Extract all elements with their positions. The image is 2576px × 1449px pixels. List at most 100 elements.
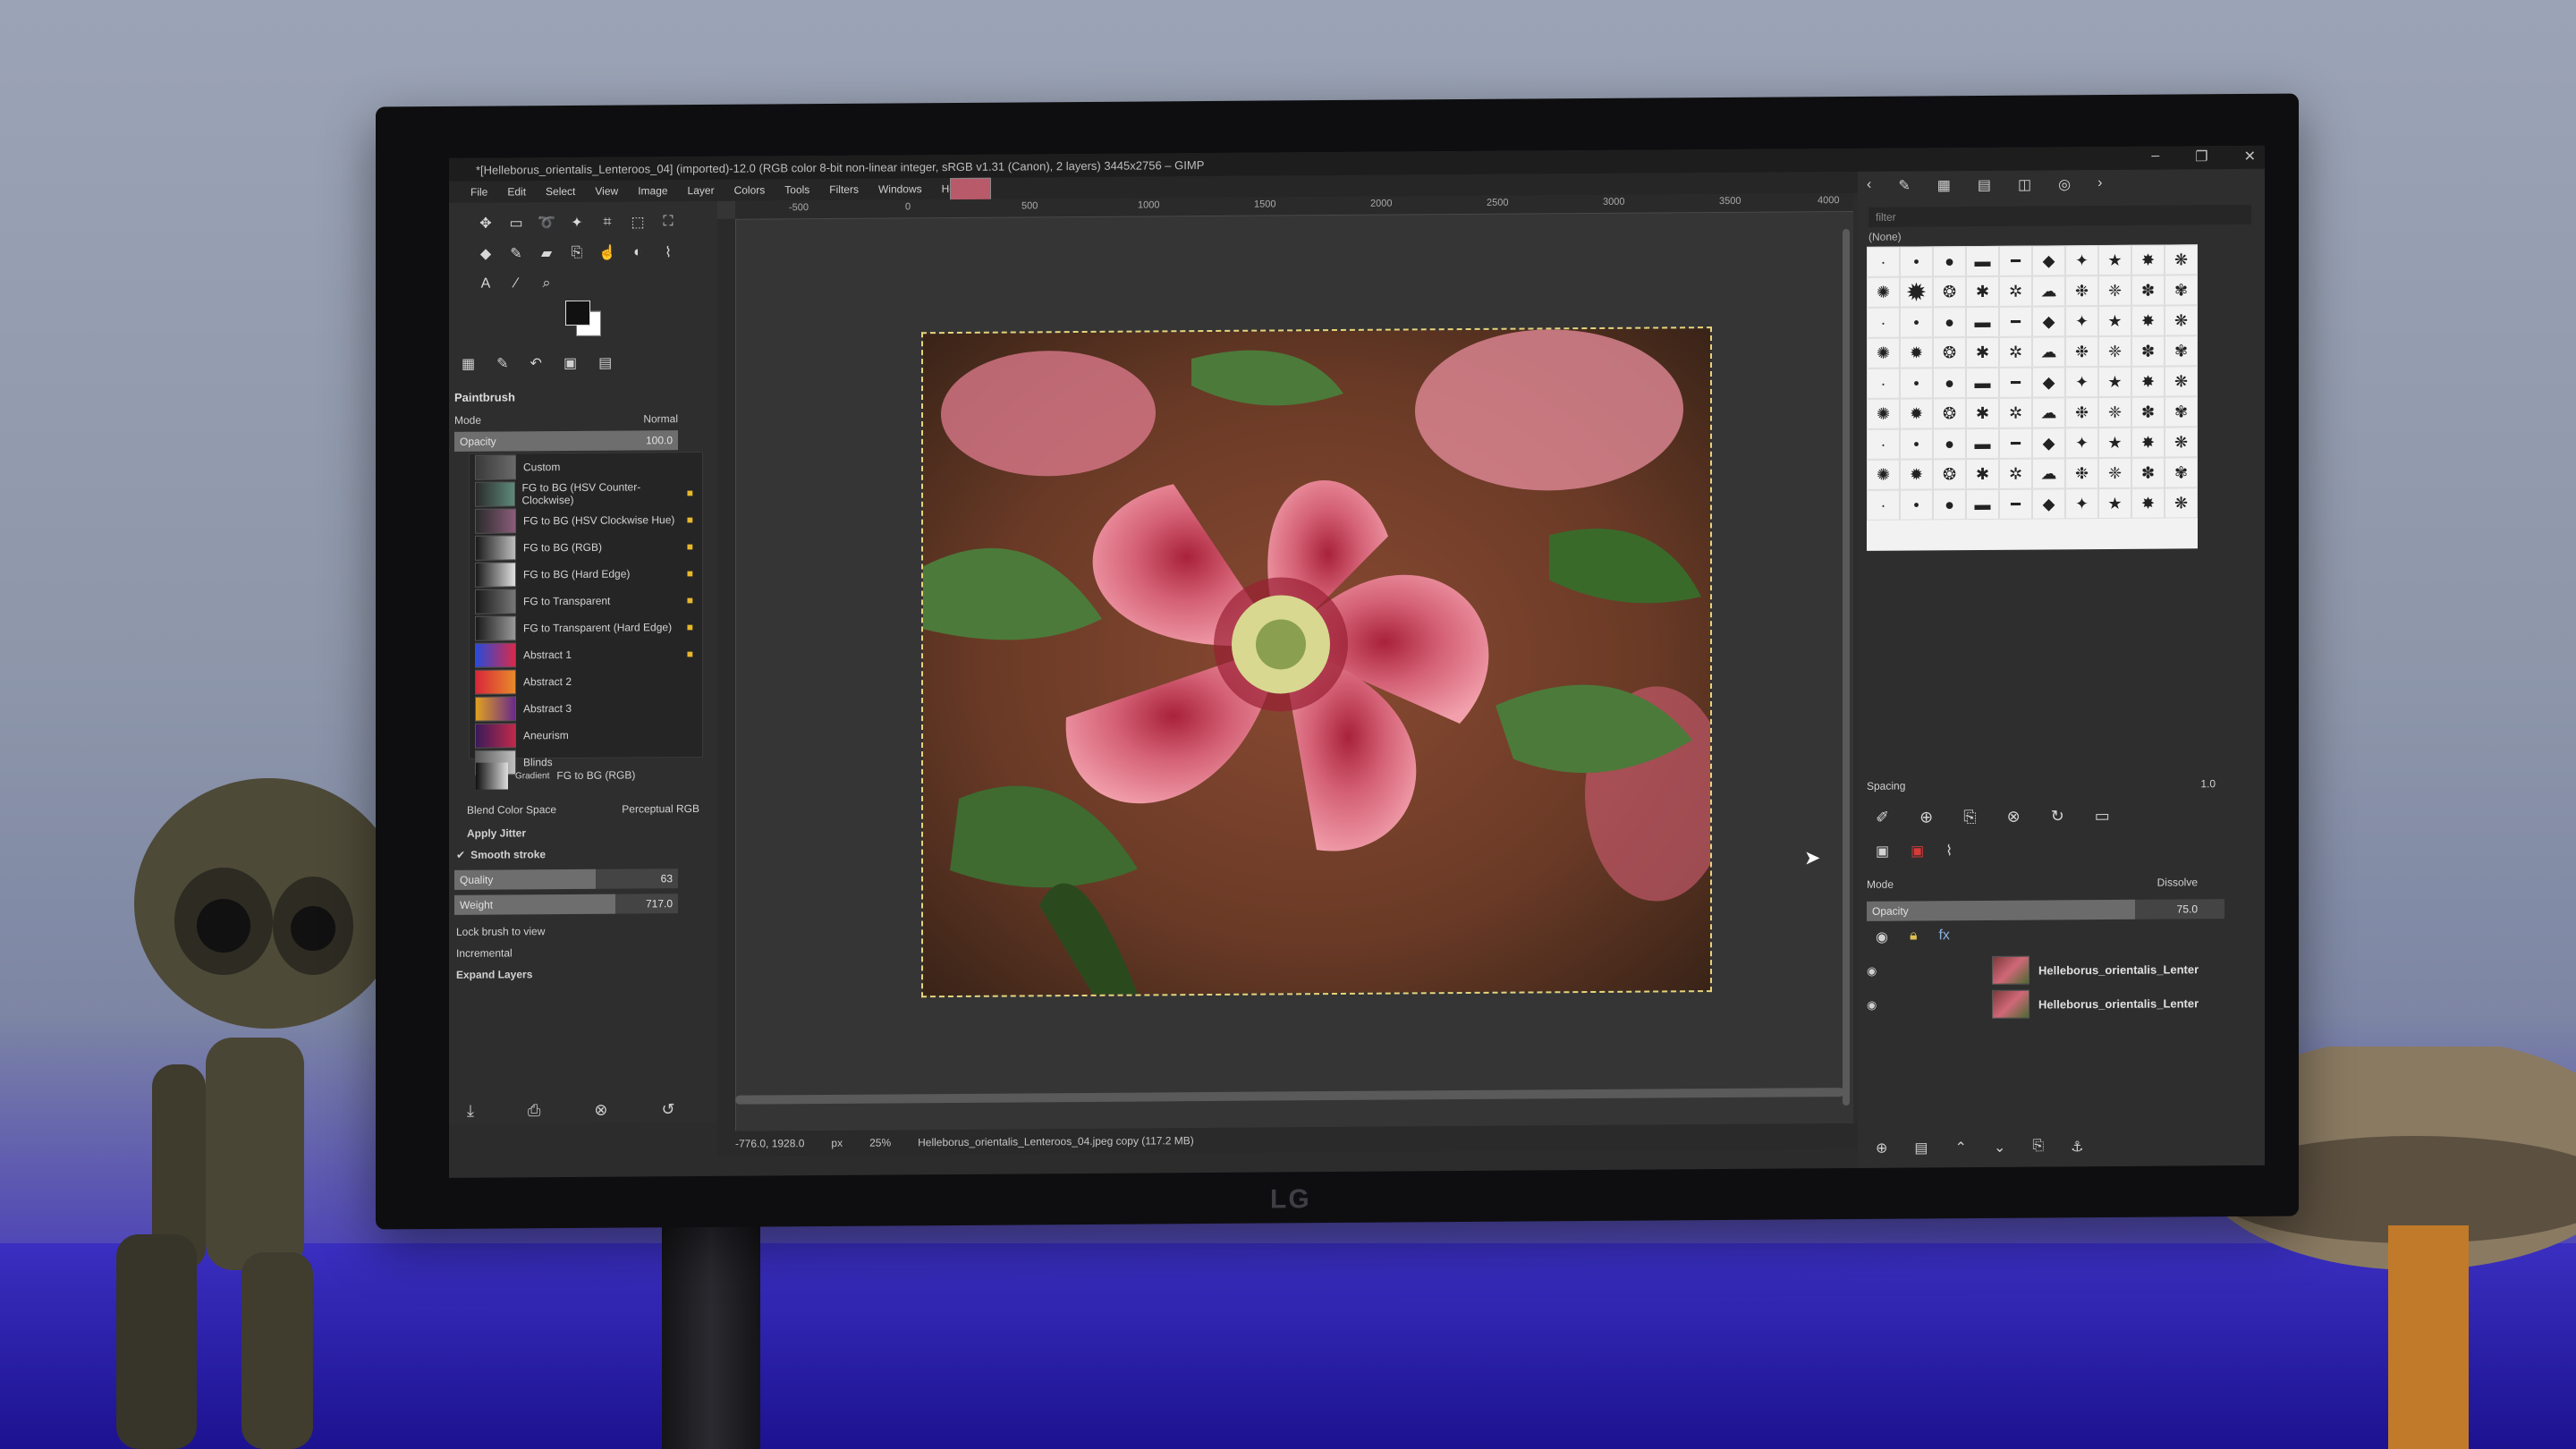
brush-preset-icon[interactable]: ❉ — [2065, 275, 2098, 307]
new-brush-icon[interactable]: ⊕ — [1919, 808, 1933, 826]
dynamics-tab-icon[interactable]: ◎ — [2058, 175, 2071, 193]
fuzzy-select-icon[interactable]: ✦ — [565, 211, 589, 234]
tool-options-tab-icon[interactable]: ▦ — [462, 355, 475, 373]
brush-preset-icon[interactable]: ★ — [2098, 305, 2131, 337]
brush-preset-icon[interactable]: ❂ — [1933, 276, 1966, 308]
layer-row[interactable]: ◉ Helleborus_orientalis_Lenter — [1867, 953, 2242, 987]
patterns-tab-icon[interactable]: ▦ — [1937, 176, 1951, 194]
duplicate-layer-icon[interactable]: ⎘ — [2032, 1138, 2044, 1156]
brush-preset-icon[interactable]: ● — [1933, 428, 1966, 460]
rect-select-icon[interactable]: ▭ — [504, 211, 528, 234]
brush-preset-icon[interactable]: ❉ — [2065, 397, 2098, 428]
brush-preset-icon[interactable]: ❂ — [1933, 337, 1966, 369]
brush-preset-icon[interactable]: ✦ — [2065, 245, 2098, 276]
brush-preset-icon[interactable]: ❈ — [2098, 275, 2131, 307]
new-layer-icon[interactable]: ⊕ — [1876, 1140, 1887, 1157]
back-arrow-icon[interactable]: ‹ — [1867, 177, 1871, 195]
brush-preset-icon[interactable]: ❋ — [2165, 305, 2198, 336]
brush-preset-icon[interactable]: ▬ — [1966, 306, 1999, 338]
lower-layer-icon[interactable]: ⌄ — [1994, 1139, 2005, 1157]
fx-icon[interactable]: fx — [1938, 928, 1949, 945]
smudge-icon[interactable]: ☝ — [596, 242, 619, 265]
brush-preset-icon[interactable]: ✦ — [2065, 306, 2098, 337]
lock-icon[interactable]: 🔒︎ — [1910, 928, 1918, 945]
gradient-item[interactable]: Aneurism — [470, 721, 702, 750]
close-button[interactable]: ✕ — [2244, 148, 2256, 165]
canvas-image[interactable] — [921, 326, 1712, 998]
brush-preset-icon[interactable]: • — [1900, 246, 1933, 277]
fg-bg-color-swatch[interactable] — [565, 300, 601, 336]
brush-preset-icon[interactable]: ✾ — [2165, 275, 2198, 306]
brush-preset-icon[interactable]: ━ — [1999, 367, 2032, 398]
brush-preset-icon[interactable]: ✦ — [2065, 488, 2098, 520]
images-tab-icon[interactable]: ▣ — [564, 354, 577, 372]
brush-preset-icon[interactable]: ☁ — [2032, 458, 2065, 489]
maximize-button[interactable]: ❐ — [2195, 148, 2207, 165]
brush-preset-icon[interactable]: ◆ — [2032, 306, 2065, 337]
brush-preset-icon[interactable]: ● — [1933, 368, 1966, 399]
brush-preset-icon[interactable]: ◆ — [2032, 367, 2065, 398]
color-picker-icon[interactable]: ⁄ — [504, 272, 528, 295]
spacing-row[interactable]: Spacing 1.0 — [1867, 777, 2242, 800]
smooth-stroke-row[interactable]: ✔ Smooth stroke — [456, 848, 546, 861]
gradient-item[interactable]: Abstract 2 — [470, 667, 702, 696]
quality-slider[interactable]: Quality 63 — [454, 869, 678, 890]
weight-slider[interactable]: Weight 717.0 — [454, 894, 678, 915]
vertical-scrollbar[interactable] — [1843, 228, 1850, 1106]
move-tool-icon[interactable]: ✥ — [474, 212, 497, 235]
brush-preset-icon[interactable]: ✦ — [2065, 367, 2098, 398]
delete-options-icon[interactable]: ⊗ — [594, 1100, 607, 1119]
eye-icon[interactable]: ◉ — [1867, 998, 1894, 1013]
brush-preset-icon[interactable]: ❂ — [1933, 459, 1966, 490]
brush-preset-icon[interactable]: • — [1900, 428, 1933, 460]
layer-opacity-slider[interactable]: Opacity 75.0 — [1867, 899, 2224, 921]
brush-preset-icon[interactable]: · — [1867, 428, 1900, 460]
brush-preset-icon[interactable]: ◆ — [2032, 428, 2065, 459]
brush-preset-icon[interactable]: ✺ — [1867, 398, 1900, 429]
brush-preset-icon[interactable]: ❉ — [2065, 336, 2098, 368]
eraser-icon[interactable]: ▰ — [535, 242, 558, 265]
brush-preset-icon[interactable]: ✱ — [1966, 336, 1999, 369]
minimize-button[interactable]: – — [2151, 148, 2159, 166]
gradient-item[interactable]: FG to BG (RGB) ■ — [470, 533, 702, 562]
document-tab-icon[interactable]: ▤ — [598, 354, 612, 372]
visibility-icon[interactable]: ◉ — [1876, 928, 1888, 946]
save-options-icon[interactable]: ⤓ — [467, 1101, 474, 1120]
undo-history-tab-icon[interactable]: ↶ — [530, 354, 542, 372]
reset-options-icon[interactable]: ↺ — [661, 1100, 674, 1119]
brush-preset-icon[interactable]: ★ — [2098, 244, 2131, 276]
brush-preset-icon[interactable]: ❋ — [2165, 366, 2198, 397]
brush-preset-icon[interactable]: ◆ — [2032, 488, 2065, 520]
brush-preset-icon[interactable]: • — [1900, 489, 1933, 521]
brush-preset-icon[interactable]: ✹ — [1900, 459, 1933, 490]
opacity-slider[interactable]: Opacity 100.0 — [454, 430, 678, 452]
new-group-icon[interactable]: ▤ — [1914, 1139, 1928, 1157]
brush-preset-icon[interactable]: ❋ — [2165, 244, 2198, 275]
brush-filter-input[interactable]: filter — [1868, 204, 2251, 227]
bucket-fill-icon[interactable]: ◆ — [474, 242, 497, 266]
brush-preset-icon[interactable]: ● — [1933, 307, 1966, 338]
brush-preset-icon[interactable]: ▬ — [1966, 367, 1999, 399]
lasso-icon[interactable]: ➰ — [535, 211, 558, 234]
brush-preset-icon[interactable]: ✸ — [2131, 487, 2165, 519]
layer-mode-select[interactable]: Dissolve — [2157, 876, 2198, 888]
brush-preset-icon[interactable]: ✾ — [2165, 396, 2198, 428]
brush-preset-icon[interactable]: ❂ — [1933, 398, 1966, 429]
brush-preset-icon[interactable]: ✺ — [1867, 276, 1900, 308]
brush-preset-icon[interactable]: ✲ — [1999, 336, 2032, 368]
restore-options-icon[interactable]: ⎙ — [528, 1101, 540, 1120]
open-folder-icon[interactable]: ▭ — [2095, 807, 2110, 826]
gradient-item[interactable]: Abstract 3 — [470, 694, 702, 723]
brush-preset-icon[interactable]: ▬ — [1966, 488, 1999, 521]
raise-layer-icon[interactable]: ⌃ — [1955, 1139, 1967, 1157]
brush-preset-icon[interactable]: ━ — [1999, 306, 2032, 337]
brush-preset-icon[interactable]: ✸ — [2131, 366, 2165, 397]
horizontal-scrollbar[interactable] — [735, 1088, 1844, 1105]
gradient-item[interactable]: FG to BG (HSV Clockwise Hue) ■ — [470, 506, 702, 535]
menu-view[interactable]: View — [595, 185, 618, 198]
dodge-icon[interactable]: ◐ — [626, 241, 649, 264]
brush-preset-icon[interactable]: ✽ — [2131, 275, 2165, 306]
brush-preset-icon[interactable]: ◆ — [2032, 245, 2065, 276]
brush-preset-icon[interactable]: ● — [1933, 246, 1966, 277]
text-icon[interactable]: A — [474, 273, 497, 296]
